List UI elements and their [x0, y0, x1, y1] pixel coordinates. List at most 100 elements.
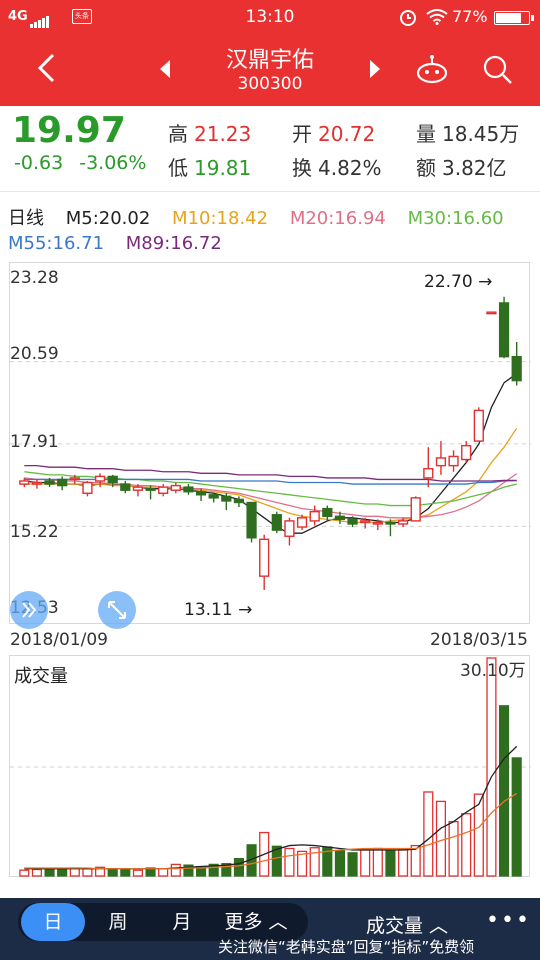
volume-bar [107, 868, 118, 877]
candle [385, 519, 396, 537]
candle [120, 480, 131, 494]
end-date: 2018/03/15 [430, 630, 528, 650]
candlestick-chart[interactable] [9, 262, 531, 624]
more-icon[interactable]: ••• [486, 908, 531, 933]
candle-body [473, 409, 484, 442]
amount-label: 额 [416, 156, 436, 180]
next-stock-icon[interactable] [368, 58, 382, 80]
candlestick-svg [10, 296, 531, 590]
high-label: 高 [168, 122, 188, 146]
candle-body [271, 514, 282, 531]
robot-icon[interactable] [414, 54, 450, 84]
candle [183, 484, 194, 495]
volume-bar [511, 757, 522, 877]
collapse-button[interactable] [10, 591, 48, 629]
volume-bar [158, 868, 169, 877]
ma-label: M10:18.42 [172, 208, 269, 229]
candle [158, 484, 169, 497]
y-tick-label: 15.22 [10, 522, 59, 542]
volume-bar [120, 868, 131, 877]
tab-week[interactable]: 周 [88, 903, 148, 941]
volume-cell: 量 18.45万 [416, 118, 519, 147]
candle-body [44, 480, 55, 485]
wifi-icon [426, 9, 448, 25]
candle-body [397, 520, 409, 525]
period-label[interactable]: 日线 [8, 208, 44, 229]
turnover-label: 换 [292, 156, 312, 180]
ma-line-m5 [24, 373, 518, 534]
candle [208, 493, 219, 503]
open-cell: 开 20.72 [292, 118, 375, 147]
candle-body [246, 501, 257, 539]
candle [486, 311, 497, 315]
candle-body [82, 481, 93, 494]
candle-body [461, 444, 472, 461]
low-cell: 低 19.81 [168, 152, 251, 181]
candle-body [448, 455, 459, 467]
candle-body [183, 486, 194, 493]
volume-bar [372, 847, 383, 877]
volume-bar [498, 705, 510, 877]
low-label: 低 [168, 156, 188, 180]
high-cell: 高 21.23 [168, 118, 251, 147]
candle-body [170, 484, 181, 491]
candle-body [423, 468, 434, 479]
arrow-right-icon: → [478, 272, 493, 292]
turnover-cell: 换 4.82% [292, 152, 382, 181]
volume-bar [410, 844, 421, 877]
battery-icon [494, 11, 534, 25]
candle-body [31, 481, 43, 485]
candle [284, 517, 295, 546]
candle-body [19, 480, 30, 485]
candle-body [158, 486, 169, 494]
high-annotation: 22.70 → [424, 272, 492, 292]
volume-bar [486, 657, 497, 877]
volume-bar [132, 869, 144, 877]
candle-body [347, 518, 358, 525]
tab-day[interactable]: 日 [21, 903, 85, 941]
stock-code: 300300 [237, 74, 303, 94]
ma-legend-row-1: 日线 M5:20.02 M10:18.42 M20:16.94 M30:16.6… [8, 204, 520, 230]
candle-body [435, 457, 447, 467]
volume-title: 成交量 [14, 662, 72, 688]
price-change: -0.63 -3.06% [14, 152, 146, 174]
candle-body [498, 302, 510, 358]
volume-bar [334, 850, 346, 877]
arrow-right-icon: → [238, 600, 253, 620]
footer-note: 关注微信“老韩实盘”回复“指标”免费领 [218, 938, 475, 956]
status-bar: 4G 头条 13:10 77% [0, 0, 540, 34]
current-price: 19.97 [12, 110, 126, 151]
ma-label: M55:16.71 [8, 233, 105, 254]
indicator-selector[interactable]: 成交量 ︿ [366, 911, 448, 938]
candle-body [511, 355, 522, 382]
candle [473, 407, 484, 442]
y-tick-label: 20.59 [10, 344, 59, 364]
candle [448, 450, 459, 472]
volume-bar [19, 869, 30, 877]
candle [221, 493, 232, 511]
volume-bar [284, 847, 295, 877]
tab-month[interactable]: 月 [152, 903, 212, 941]
volume-bar [57, 868, 68, 877]
candle-body [69, 477, 80, 481]
candle [233, 496, 245, 508]
candle-body [208, 494, 219, 499]
volume-bar [170, 863, 181, 877]
volume-chart[interactable] [9, 655, 531, 877]
volume-bar [347, 852, 358, 877]
search-icon[interactable] [482, 54, 514, 86]
volume-bar [233, 857, 245, 877]
expand-icon [108, 601, 126, 619]
ma-label: M30:16.60 [407, 208, 504, 229]
low-annotation: 13.11 → [184, 600, 252, 620]
candle-body [120, 483, 131, 491]
candle [309, 505, 320, 526]
volume-value: 18.45万 [442, 122, 520, 146]
open-value: 20.72 [318, 122, 376, 146]
fullscreen-button[interactable] [98, 591, 136, 629]
volume-bar [435, 800, 447, 877]
candle-body [145, 487, 156, 491]
change-value: -0.63 [14, 152, 64, 174]
candle-body [410, 497, 421, 522]
volume-bar [397, 849, 409, 877]
